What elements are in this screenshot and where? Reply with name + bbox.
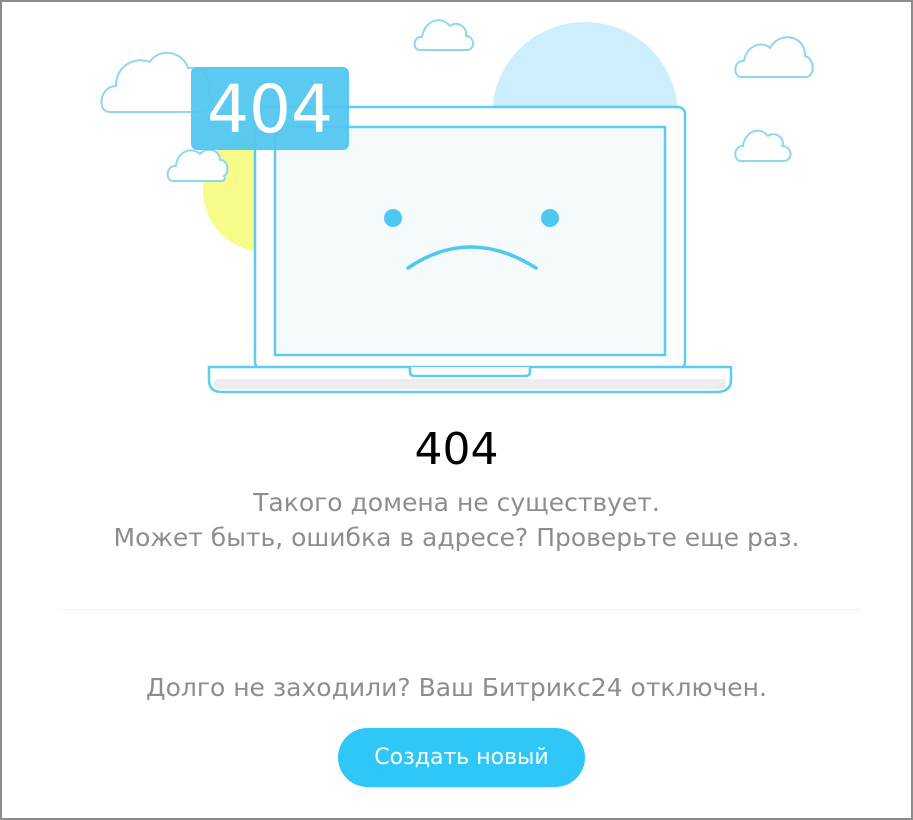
face-left-eye <box>384 209 402 227</box>
error-message-line1: Такого домена не существует. <box>253 488 660 517</box>
cloud-icon <box>734 129 792 162</box>
error-illustration: 404 <box>100 19 814 394</box>
cloud-icon <box>166 148 229 182</box>
laptop-screen <box>273 125 667 357</box>
cloud-icon <box>413 19 474 51</box>
section-divider <box>61 609 861 610</box>
face-right-eye <box>541 209 559 227</box>
portal-disabled-message: Долго не заходили? Ваш Битрикс24 отключе… <box>146 673 767 702</box>
error-code-title: 404 <box>414 424 499 475</box>
error-message-line2: Может быть, ошибка в адресе? Проверьте е… <box>113 523 800 552</box>
create-new-button[interactable]: Создать новый <box>338 728 585 787</box>
laptop-base-shadow <box>214 379 726 389</box>
laptop-notch <box>408 367 532 378</box>
error-badge-text: 404 <box>207 71 333 148</box>
cloud-icon <box>734 36 814 78</box>
